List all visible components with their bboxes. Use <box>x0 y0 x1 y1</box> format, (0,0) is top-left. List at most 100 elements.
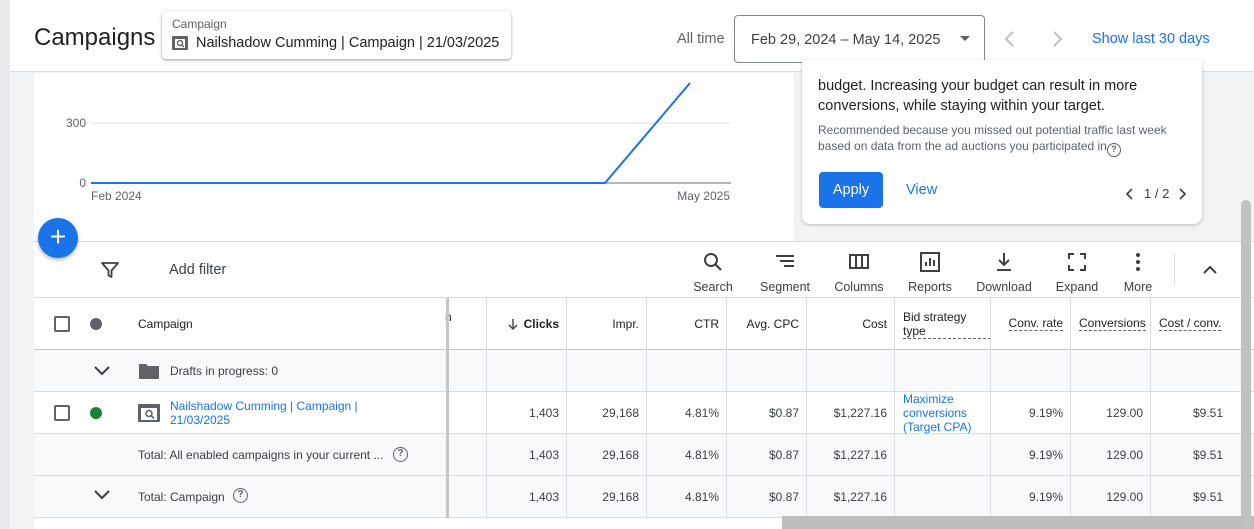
reports-icon <box>920 252 940 272</box>
total-enabled-row: Total: All enabled campaigns in your cur… <box>34 434 1254 476</box>
view-button[interactable]: View <box>906 182 937 198</box>
show-last-30-days-link[interactable]: Show last 30 days <box>1092 31 1210 47</box>
cell-ctr: 4.81% <box>684 405 719 420</box>
expand-button[interactable]: Expand <box>1042 250 1112 294</box>
total-conv-rate: 9.19% <box>1028 489 1063 504</box>
bid-strategy-link[interactable]: Maximize conversions (Target CPA) <box>903 392 991 434</box>
recommendation-reason: Recommended because you missed out poten… <box>818 122 1178 157</box>
column-divider <box>894 298 895 518</box>
header-ctr[interactable]: CTR <box>647 298 727 349</box>
folder-icon <box>139 364 159 379</box>
horizontal-scrollbar[interactable] <box>782 516 1254 529</box>
search-icon <box>704 253 722 271</box>
header-cost[interactable]: Cost <box>807 298 895 349</box>
columns-button[interactable]: Columns <box>824 250 894 294</box>
chevron-left-icon[interactable] <box>1126 188 1134 200</box>
chevron-right-icon[interactable] <box>1178 188 1186 200</box>
chevron-down-icon[interactable] <box>92 364 112 378</box>
total-cost-per-conv: $9.51 <box>1192 489 1223 504</box>
chevron-left-icon[interactable] <box>1000 27 1020 51</box>
chevron-down-icon[interactable] <box>92 488 112 502</box>
status-enabled-dot[interactable] <box>90 407 102 419</box>
table-toolbar: Add filter Search Segment Columns Report… <box>34 242 1254 298</box>
more-button[interactable]: More <box>1103 250 1173 294</box>
header-avg-cpc[interactable]: Avg. CPC <box>727 298 807 349</box>
total-enabled-label: Total: All enabled campaigns in your cur… <box>138 447 384 462</box>
download-button[interactable]: Download <box>969 250 1039 294</box>
total-cost: $1,227.16 <box>833 489 887 504</box>
help-icon[interactable]: ? <box>393 447 408 462</box>
header-cost-per-conv[interactable]: Cost / conv. <box>1159 298 1249 349</box>
total-ctr: 4.81% <box>684 447 719 462</box>
header-campaign[interactable]: Campaign <box>138 298 438 349</box>
expand-icon <box>1068 253 1086 271</box>
status-header-dot[interactable] <box>90 318 102 330</box>
total-conversions: 129.00 <box>1106 489 1143 504</box>
header-impr[interactable]: Impr. <box>567 298 647 349</box>
total-cost-per-conv: $9.51 <box>1192 447 1223 462</box>
cell-conversions: 129.00 <box>1106 405 1143 420</box>
column-divider <box>1070 298 1071 518</box>
total-impr: 29,168 <box>602 447 639 462</box>
total-clicks: 1,403 <box>528 447 559 462</box>
header-conversions[interactable]: Conversions <box>1079 298 1151 349</box>
search-button[interactable]: Search <box>678 250 748 294</box>
help-icon[interactable]: ? <box>1106 143 1121 157</box>
cell-clicks: 1,403 <box>528 405 559 420</box>
campaign-selector[interactable]: Campaign Nailshadow Cumming | Campaign |… <box>162 11 511 59</box>
total-avg-cpc: $0.87 <box>768 489 799 504</box>
segment-button[interactable]: Segment <box>750 250 820 294</box>
date-range-picker[interactable]: Feb 29, 2024 – May 14, 2025 <box>734 15 985 63</box>
total-conversions: 129.00 <box>1106 447 1143 462</box>
search-campaign-icon <box>138 404 160 422</box>
header-clicks[interactable]: Clicks <box>487 298 567 349</box>
left-edge <box>0 0 10 529</box>
x-tick-label: Feb 2024 <box>91 189 142 203</box>
row-checkbox[interactable] <box>54 405 70 421</box>
add-filter-button[interactable]: Add filter <box>169 262 226 278</box>
column-divider <box>990 298 991 518</box>
header-conv-rate[interactable]: Conv. rate <box>991 298 1071 349</box>
help-icon[interactable]: ? <box>233 488 248 503</box>
reports-label: Reports <box>908 280 952 294</box>
total-conv-rate: 9.19% <box>1028 447 1063 462</box>
more-label: More <box>1123 280 1153 294</box>
segment-icon <box>776 255 794 267</box>
vertical-scrollbar[interactable] <box>1241 200 1251 529</box>
header-bid-strategy-label: Bid strategy type <box>903 310 991 339</box>
header-conversions-label: Conversions <box>1079 316 1146 331</box>
header-bid-strategy[interactable]: Bid strategy type <box>903 298 991 349</box>
download-icon <box>997 253 1011 271</box>
campaign-selector-value: Nailshadow Cumming | Campaign | 21/03/20… <box>196 35 500 51</box>
total-ctr: 4.81% <box>684 489 719 504</box>
chevron-up-icon[interactable] <box>1200 260 1220 280</box>
apply-button[interactable]: Apply <box>819 172 883 208</box>
download-label: Download <box>976 280 1032 294</box>
reports-button[interactable]: Reports <box>895 250 965 294</box>
more-vert-icon <box>1136 253 1140 271</box>
plus-icon: + <box>49 221 67 252</box>
pager-text: 1 / 2 <box>1144 186 1170 201</box>
create-button[interactable]: + <box>38 218 78 258</box>
expand-label: Expand <box>1055 280 1099 294</box>
select-all-checkbox[interactable] <box>54 316 70 332</box>
performance-chart-svg: 0 300 Feb 2024 May 2025 <box>66 82 731 203</box>
columns-icon <box>849 254 869 269</box>
column-divider <box>726 298 727 518</box>
table-header-row: Campaign n Clicks Impr. CTR Avg. CPC Cos… <box>34 298 1254 350</box>
column-divider <box>806 298 807 518</box>
column-divider <box>646 298 647 518</box>
chevron-right-icon[interactable] <box>1047 27 1067 51</box>
date-range-value: Feb 29, 2024 – May 14, 2025 <box>751 32 941 48</box>
drafts-row[interactable]: Drafts in progress: 0 <box>34 350 1254 392</box>
header-conv-rate-label: Conv. rate <box>1008 316 1063 331</box>
frozen-column-divider[interactable] <box>446 298 449 518</box>
toolbar-divider <box>1174 254 1175 286</box>
cell-impr: 29,168 <box>602 405 639 420</box>
x-tick-label: May 2025 <box>677 189 730 203</box>
filter-icon[interactable] <box>100 260 120 280</box>
campaign-name-link[interactable]: Nailshadow Cumming | Campaign | 21/03/20… <box>170 392 370 433</box>
cell-conv-rate: 9.19% <box>1028 405 1063 420</box>
series-line <box>91 82 691 184</box>
total-campaign-label: Total: Campaign <box>138 489 225 504</box>
